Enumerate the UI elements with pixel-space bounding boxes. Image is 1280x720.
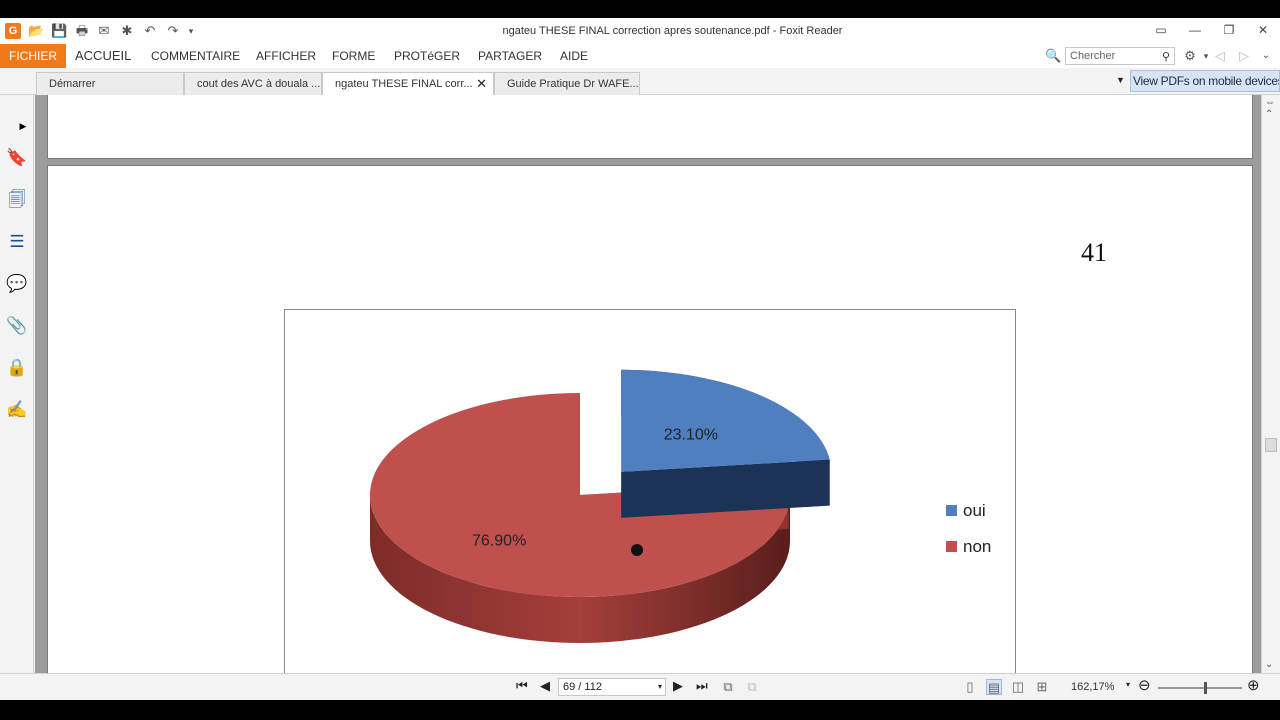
banner-dropdown-icon[interactable]: ▼ [1116,75,1125,85]
legend-label-oui: oui [963,501,986,520]
continuous-facing-view-icon[interactable]: ⊞ [1034,679,1050,695]
menu-commentaire[interactable]: COMMENTAIRE [151,44,240,68]
collapse-ribbon-icon[interactable]: ⌄ [1258,48,1274,64]
facing-view-icon[interactable]: ◫ [1010,679,1026,695]
page-dropdown-icon[interactable]: ▾ [658,679,662,695]
menu-accueil[interactable]: ACCUEIL [75,44,131,68]
signature-icon[interactable]: ✍ [6,399,28,421]
layers-icon[interactable]: ☰ [6,231,28,253]
scroll-down-icon[interactable]: ⌄ [1265,659,1273,670]
continuous-view-icon[interactable]: ▤ [986,679,1002,695]
close-button[interactable]: ✕ [1252,21,1274,39]
pie-slices: 76.90% 23.10% [369,369,830,643]
first-page-icon[interactable]: ⏮ [516,678,528,694]
tab-ngateu-these[interactable]: ngateu THESE FINAL corr... ✕ [322,72,494,96]
close-tab-icon[interactable]: ✕ [476,73,487,95]
tab-label: cout des AVC à douala ... [197,78,321,90]
pie-chart-frame: 76.90% 23.10% oui non [284,309,1016,673]
attachments-icon[interactable]: 📎 [6,315,28,337]
menu-fichier[interactable]: FICHIER [0,44,66,68]
foxit-reader-window: G 📂 💾 🖶 ✉ ✱ ↶ ↷ ▾ ngateu THESE FINAL cor… [0,18,1280,700]
tab-label: Guide Pratique Dr WAFE... [507,78,639,90]
menu-proteger[interactable]: PROTéGER [394,44,460,68]
split-view-icon[interactable]: ⇔ [1265,97,1275,108]
navigation-panel: ▶ 🔖 🗐 ☰ 💬 📎 🔒 ✍ [0,95,34,673]
zoom-level: 162,17% [1071,681,1115,693]
cursor-hand-icon [631,544,643,556]
slice-top-oui [621,369,830,472]
menu-afficher[interactable]: AFFICHER [256,44,316,68]
zoom-out-icon[interactable]: ⊖ [1138,676,1151,694]
page-number-label: 41 [1081,238,1107,267]
search-placeholder: Chercher [1070,50,1116,62]
restore-button[interactable]: ❐ [1218,21,1240,39]
search-input[interactable]: Chercher ⚲ [1065,47,1175,65]
legend-swatch-oui [946,505,957,516]
page-number-input[interactable]: 69 / 112 ▾ [558,678,666,696]
previous-view-icon[interactable]: ⧉ [720,679,736,695]
next-page-icon[interactable]: ▶ [673,678,683,694]
document-tabs: Démarrer cout des AVC à douala ... ngate… [0,68,1280,96]
search-icon[interactable]: ⚲ [1162,49,1170,65]
document-view[interactable]: 41 76.90% 23.10% oui non [35,95,1261,673]
back-arrow-icon[interactable]: ◁ [1212,48,1228,64]
expand-panel-icon[interactable]: ▶ [18,115,28,137]
next-view-icon[interactable]: ⧉ [744,679,760,695]
title-bar: G 📂 💾 🖶 ✉ ✱ ↶ ↷ ▾ ngateu THESE FINAL cor… [0,18,1280,44]
forward-arrow-icon[interactable]: ▷ [1236,48,1252,64]
tab-label: Démarrer [49,78,96,90]
scroll-up-icon[interactable]: ⌃ [1265,109,1273,120]
last-page-icon[interactable]: ⏭ [696,678,708,694]
settings-gear-icon[interactable]: ⚙ [1182,48,1198,64]
tab-guide-pratique[interactable]: Guide Pratique Dr WAFE... [494,72,640,95]
menu-partager[interactable]: PARTAGER [478,44,542,68]
layout-icon[interactable]: ▭ [1150,21,1172,39]
find-folder-icon[interactable]: 🔍 [1045,48,1061,64]
vertical-scrollbar[interactable]: ⇔ ⌃ ⌄ [1261,95,1280,673]
comments-icon[interactable]: 💬 [6,273,28,295]
pages-icon[interactable]: 🗐 [6,189,28,211]
single-page-view-icon[interactable]: ▯ [962,679,978,695]
legend-swatch-non [946,541,957,552]
current-page: 41 76.90% 23.10% oui non [47,165,1253,673]
page-field-value: 69 / 112 [563,681,602,693]
previous-page [47,95,1253,159]
data-label-oui: 23.10% [664,427,718,444]
legend-label-non: non [963,537,991,556]
tab-cout-avc[interactable]: cout des AVC à douala ... [184,72,322,95]
minimize-button[interactable]: — [1184,21,1206,39]
zoom-dropdown-icon[interactable]: ▾ [1126,680,1130,689]
ribbon-menu: FICHIER ACCUEIL COMMENTAIRE AFFICHER FOR… [0,44,1280,68]
zoom-slider-thumb[interactable] [1204,682,1207,694]
scroll-thumb[interactable] [1265,438,1277,452]
status-bar: ⏮ ◀ 69 / 112 ▾ ▶ ⏭ ⧉ ⧉ ▯ ▤ ◫ ⊞ 162,17% ▾… [0,673,1280,700]
tab-demarrer[interactable]: Démarrer [36,72,184,95]
mobile-devices-banner[interactable]: View PDFs on mobile devices [1130,70,1280,92]
pie-chart: 76.90% 23.10% oui non [369,369,991,643]
zoom-in-icon[interactable]: ⊕ [1247,676,1260,694]
menu-forme[interactable]: FORME [332,44,375,68]
zoom-slider[interactable] [1158,682,1242,694]
tab-label: ngateu THESE FINAL corr... [335,78,473,90]
security-lock-icon[interactable]: 🔒 [6,357,28,379]
data-label-non: 76.90% [472,532,526,549]
bookmarks-icon[interactable]: 🔖 [6,147,28,169]
window-title: ngateu THESE FINAL correction apres sout… [502,25,843,37]
chart-legend: oui non [946,501,991,556]
previous-page-icon[interactable]: ◀ [540,678,550,694]
menu-aide[interactable]: AIDE [560,44,588,68]
